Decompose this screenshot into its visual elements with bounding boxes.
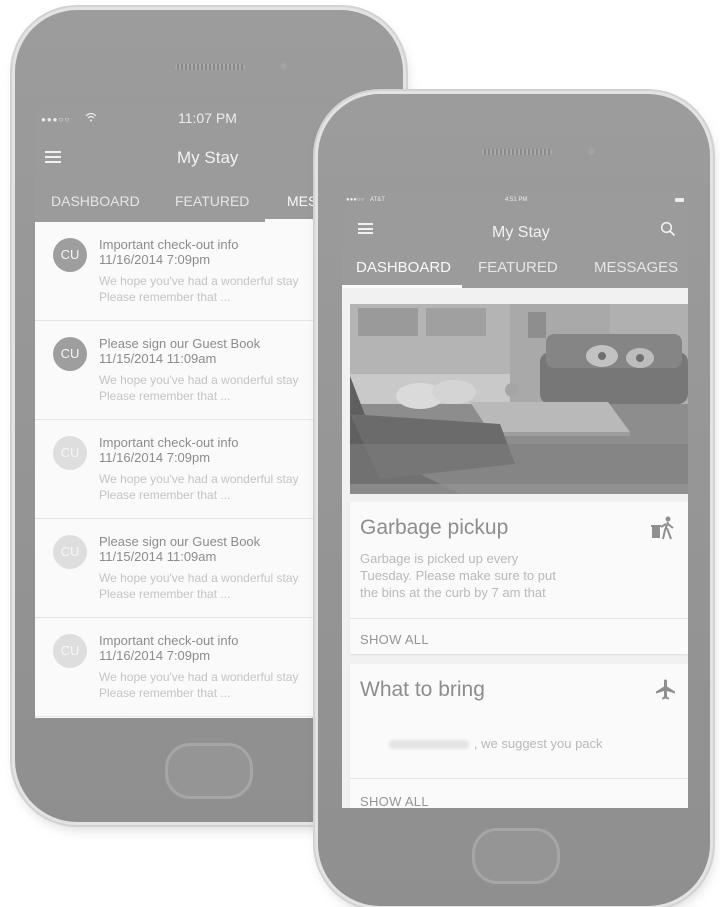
card-body-text: , we suggest you pack — [473, 736, 603, 751]
card-divider — [350, 618, 688, 619]
signal-dots-icon: ●●●○○ — [41, 115, 71, 124]
card-body: Garbage is picked up every Tuesday. Plea… — [360, 551, 556, 600]
show-all-button[interactable]: SHOW ALL — [360, 632, 429, 647]
status-time: 11:07 PM — [178, 110, 237, 126]
message-preview: We hope you've had a wonderful stay Plea… — [99, 670, 299, 700]
avatar: CU — [53, 238, 87, 272]
trash-person-icon — [651, 516, 674, 540]
status-carrier: AT&T — [370, 197, 385, 203]
message-date: 11/16/2014 7:09pm — [99, 648, 211, 663]
message-date: 11/16/2014 7:09pm — [99, 450, 211, 465]
home-button[interactable] — [472, 828, 560, 884]
avatar: CU — [53, 634, 87, 668]
front-camera — [588, 148, 595, 155]
message-date: 11/15/2014 11:09am — [99, 549, 217, 564]
search-icon[interactable] — [660, 221, 676, 237]
home-button[interactable] — [165, 743, 253, 799]
tab-dashboard[interactable]: DASHBOARD — [356, 254, 451, 276]
list-item[interactable]: CU Please sign our Guest Book 11/15/2014… — [35, 321, 335, 420]
tab-featured[interactable]: FEATURED — [175, 187, 249, 209]
blurred-guest-name — [388, 740, 469, 750]
message-date: 11/15/2014 11:09am — [99, 351, 217, 366]
card-divider — [350, 778, 688, 779]
message-title: Please sign our Guest Book — [99, 336, 261, 351]
avatar: CU — [53, 436, 87, 470]
tab-bar: DASHBOARD FEATURED MESSAGES — [342, 254, 688, 288]
message-preview: We hope you've had a wonderful stay Plea… — [99, 571, 299, 601]
what-to-bring-card: What to bring , we suggest you pack SHOW… — [350, 664, 688, 808]
card-title: What to bring — [360, 678, 485, 701]
avatar: CU — [53, 535, 87, 569]
back-phone-screen: ●●●○○ 11:07 PM My Stay DASHBOARD FEATURE… — [35, 106, 335, 718]
list-item[interactable]: CU Important check-out info 11/16/2014 7… — [35, 420, 335, 519]
list-item[interactable]: CU Important check-out info 11/16/2014 7… — [35, 222, 335, 321]
message-title: Important check-out info — [99, 435, 239, 450]
message-preview: We hope you've had a wonderful stay Plea… — [99, 373, 299, 403]
tab-featured[interactable]: FEATURED — [478, 254, 558, 276]
front-camera — [280, 63, 287, 70]
app-title: My Stay — [492, 224, 550, 241]
status-bar: ●●●○○ 11:07 PM — [35, 106, 335, 132]
status-bar: ●●●○○ AT&T 4:51 PM — [342, 192, 688, 208]
message-list: CU Important check-out info 11/16/2014 7… — [35, 222, 335, 717]
card-body: , we suggest you pack — [360, 718, 603, 769]
show-all-button[interactable]: SHOW ALL — [360, 794, 429, 808]
tab-messages[interactable]: MES — [287, 187, 317, 209]
earpiece-speaker — [175, 64, 245, 70]
signal-dots-icon: ●●●○○ — [346, 197, 365, 203]
list-item[interactable]: CU Important check-out info 11/16/2014 7… — [35, 618, 335, 717]
tab-bar: DASHBOARD FEATURED MES — [35, 187, 335, 222]
tab-dashboard[interactable]: DASHBOARD — [51, 187, 140, 209]
front-phone-screen: ●●●○○ AT&T 4:51 PM My Stay DASHBOARD FEA… — [342, 192, 688, 808]
card-title: Garbage pickup — [360, 516, 509, 539]
message-title: Please sign our Guest Book — [99, 534, 261, 549]
status-time: 4:51 PM — [505, 197, 528, 203]
front-phone: ●●●○○ AT&T 4:51 PM My Stay DASHBOARD FEA… — [318, 94, 710, 906]
message-title: Important check-out info — [99, 633, 239, 648]
tab-messages[interactable]: MESSAGES — [594, 254, 678, 276]
hamburger-menu-icon[interactable] — [358, 223, 373, 234]
app-bar: My Stay — [35, 132, 335, 187]
wifi-icon — [85, 112, 97, 122]
message-preview: We hope you've had a wonderful stay Plea… — [99, 274, 299, 304]
hamburger-menu-icon[interactable] — [45, 151, 61, 163]
battery-icon — [675, 198, 684, 202]
app-bar: My Stay — [342, 208, 688, 254]
active-tab-indicator — [342, 285, 462, 288]
airplane-icon — [656, 679, 675, 700]
list-item[interactable]: CU Please sign our Guest Book 11/15/2014… — [35, 519, 335, 618]
message-date: 11/16/2014 7:09pm — [99, 252, 211, 267]
garbage-pickup-card: Garbage pickup Garbage is picked up ever… — [350, 502, 688, 654]
earpiece-speaker — [482, 149, 552, 155]
avatar: CU — [53, 337, 87, 371]
message-preview: We hope you've had a wonderful stay Plea… — [99, 472, 299, 502]
app-title: My Stay — [177, 148, 239, 167]
message-title: Important check-out info — [99, 237, 239, 252]
room-photo — [350, 304, 688, 494]
